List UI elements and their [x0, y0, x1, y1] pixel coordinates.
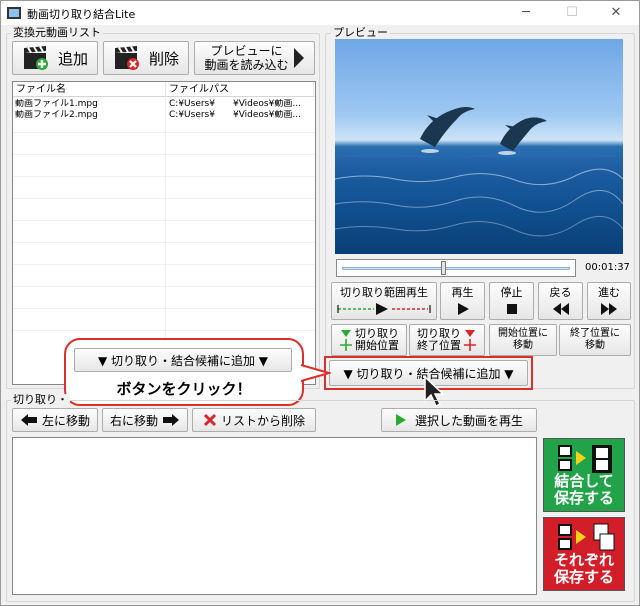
range-play-label: 切り取り範囲再生	[340, 285, 428, 299]
rewind-icon	[552, 302, 569, 315]
move-to-end-label: 終了位置に 移動	[570, 328, 620, 351]
move-right-button[interactable]: 右に移動	[102, 408, 188, 432]
play-selected-button[interactable]: 選択した動画を再生	[381, 408, 537, 432]
play-button[interactable]: 再生	[440, 282, 485, 320]
play-triangle-icon	[293, 48, 304, 68]
grid-line	[13, 286, 315, 287]
forward-label: 進む	[598, 285, 620, 299]
fast-forward-icon	[601, 302, 617, 315]
clapper-delete-icon	[114, 45, 139, 70]
grid-line	[13, 330, 315, 331]
arrow-right-icon	[163, 414, 179, 426]
back-button[interactable]: 戻る	[538, 282, 583, 320]
set-end-label: 切り取り 終了位置	[417, 327, 461, 352]
list-item-path[interactable]: C:¥Users¥ ¥Videos¥動画...	[169, 99, 309, 109]
video-preview[interactable]	[335, 39, 623, 254]
stop-button[interactable]: 停止	[489, 282, 534, 320]
remove-from-list-button[interactable]: リストから削除	[192, 408, 316, 432]
delete-button[interactable]: 削除	[103, 41, 189, 75]
grid-line	[13, 264, 315, 265]
seek-track	[342, 267, 570, 270]
app-film-icon	[7, 7, 21, 19]
title-bar: 動画切り取り結合Lite ─ ☐ ✕	[1, 1, 639, 25]
end-marker-icon	[464, 330, 476, 351]
green-play-icon	[395, 414, 406, 426]
play-label: 再生	[451, 285, 474, 299]
grid-line	[13, 154, 315, 155]
combine-save-label: 結合して 保存する	[553, 472, 614, 507]
add-button[interactable]: 追加	[12, 41, 98, 75]
set-end-button[interactable]: 切り取り 終了位置	[409, 324, 485, 356]
play-icon	[457, 302, 469, 315]
stop-label: 停止	[500, 285, 523, 299]
set-start-button[interactable]: 切り取り 開始位置	[331, 324, 407, 356]
dolphin-video-frame	[335, 107, 623, 237]
grid-line	[13, 176, 315, 177]
source-list-group-label: 変換元動画リスト	[11, 26, 103, 39]
callout-pointer	[299, 364, 331, 382]
move-to-start-button[interactable]: 開始位置に 移動	[489, 324, 557, 356]
file-list-header: ファイル名 ファイルパス	[13, 82, 315, 97]
grid-line	[13, 220, 315, 221]
maximize-button[interactable]: ☐	[549, 1, 595, 25]
film-separate-icon	[558, 523, 615, 551]
film-combine-icon	[558, 445, 612, 473]
app-window: 動画切り取り結合Lite ─ ☐ ✕ 変換元動画リスト 追加 削除 プレビューに…	[0, 0, 640, 606]
window-title: 動画切り取り結合Lite	[27, 8, 136, 21]
move-to-end-button[interactable]: 終了位置に 移動	[559, 324, 631, 356]
grid-line	[13, 198, 315, 199]
seek-thumb[interactable]	[441, 261, 446, 275]
combine-save-button[interactable]: 結合して 保存する	[543, 438, 625, 512]
time-display: 00:01:37	[585, 262, 630, 273]
separate-save-button[interactable]: それぞれ 保存する	[543, 517, 625, 591]
play-selected-label: 選択した動画を再生	[414, 413, 523, 428]
list-item-path[interactable]: C:¥Users¥ ¥Videos¥動画...	[169, 110, 309, 120]
add-button-label: 追加	[57, 49, 88, 68]
column-filename[interactable]: ファイル名	[13, 82, 166, 97]
callout-instruction: ボタンをクリック！	[116, 380, 252, 398]
candidate-group-label: 切り取り・	[11, 393, 70, 406]
instruction-callout: ▼ 切り取り・結合候補に追加 ▼ ボタンをクリック！	[64, 338, 304, 406]
minimize-button[interactable]: ─	[503, 1, 549, 25]
grid-line	[13, 132, 315, 133]
grid-line	[13, 308, 315, 309]
arrow-left-icon	[20, 414, 37, 426]
candidate-list[interactable]	[12, 437, 537, 595]
seek-slider[interactable]	[336, 259, 576, 277]
preview-group-label: プレビュー	[331, 26, 390, 39]
back-label: 戻る	[549, 285, 572, 299]
stop-icon	[506, 303, 517, 314]
load-preview-label: プレビューに 動画を読み込む	[204, 44, 289, 72]
start-marker-icon	[340, 330, 352, 351]
delete-button-label: 削除	[148, 49, 179, 68]
move-to-start-label: 開始位置に 移動	[498, 328, 548, 351]
list-item-name[interactable]: 動画ファイル2.mpg	[15, 110, 165, 120]
grid-line	[13, 242, 315, 243]
remove-label: リストから削除	[220, 413, 305, 428]
set-start-label: 切り取り 開始位置	[355, 327, 399, 352]
column-filepath[interactable]: ファイルパス	[166, 82, 314, 97]
list-item-name[interactable]: 動画ファイル1.mpg	[15, 99, 165, 109]
separate-save-label: それぞれ 保存する	[553, 551, 614, 586]
close-button[interactable]: ✕	[593, 1, 639, 25]
range-play-button[interactable]: 切り取り範囲再生	[331, 282, 437, 320]
load-preview-button[interactable]: プレビューに 動画を読み込む	[194, 41, 315, 75]
forward-button[interactable]: 進む	[587, 282, 631, 320]
range-play-icon	[337, 302, 431, 315]
callout-button-image: ▼ 切り取り・結合候補に追加 ▼	[74, 348, 292, 372]
clapper-add-icon	[23, 45, 48, 70]
move-right-label: 右に移動	[109, 413, 158, 428]
red-x-icon	[203, 413, 217, 427]
move-left-label: 左に移動	[41, 413, 90, 428]
move-left-button[interactable]: 左に移動	[12, 408, 98, 432]
callout-button-label: ▼ 切り取り・結合候補に追加 ▼	[97, 353, 269, 368]
